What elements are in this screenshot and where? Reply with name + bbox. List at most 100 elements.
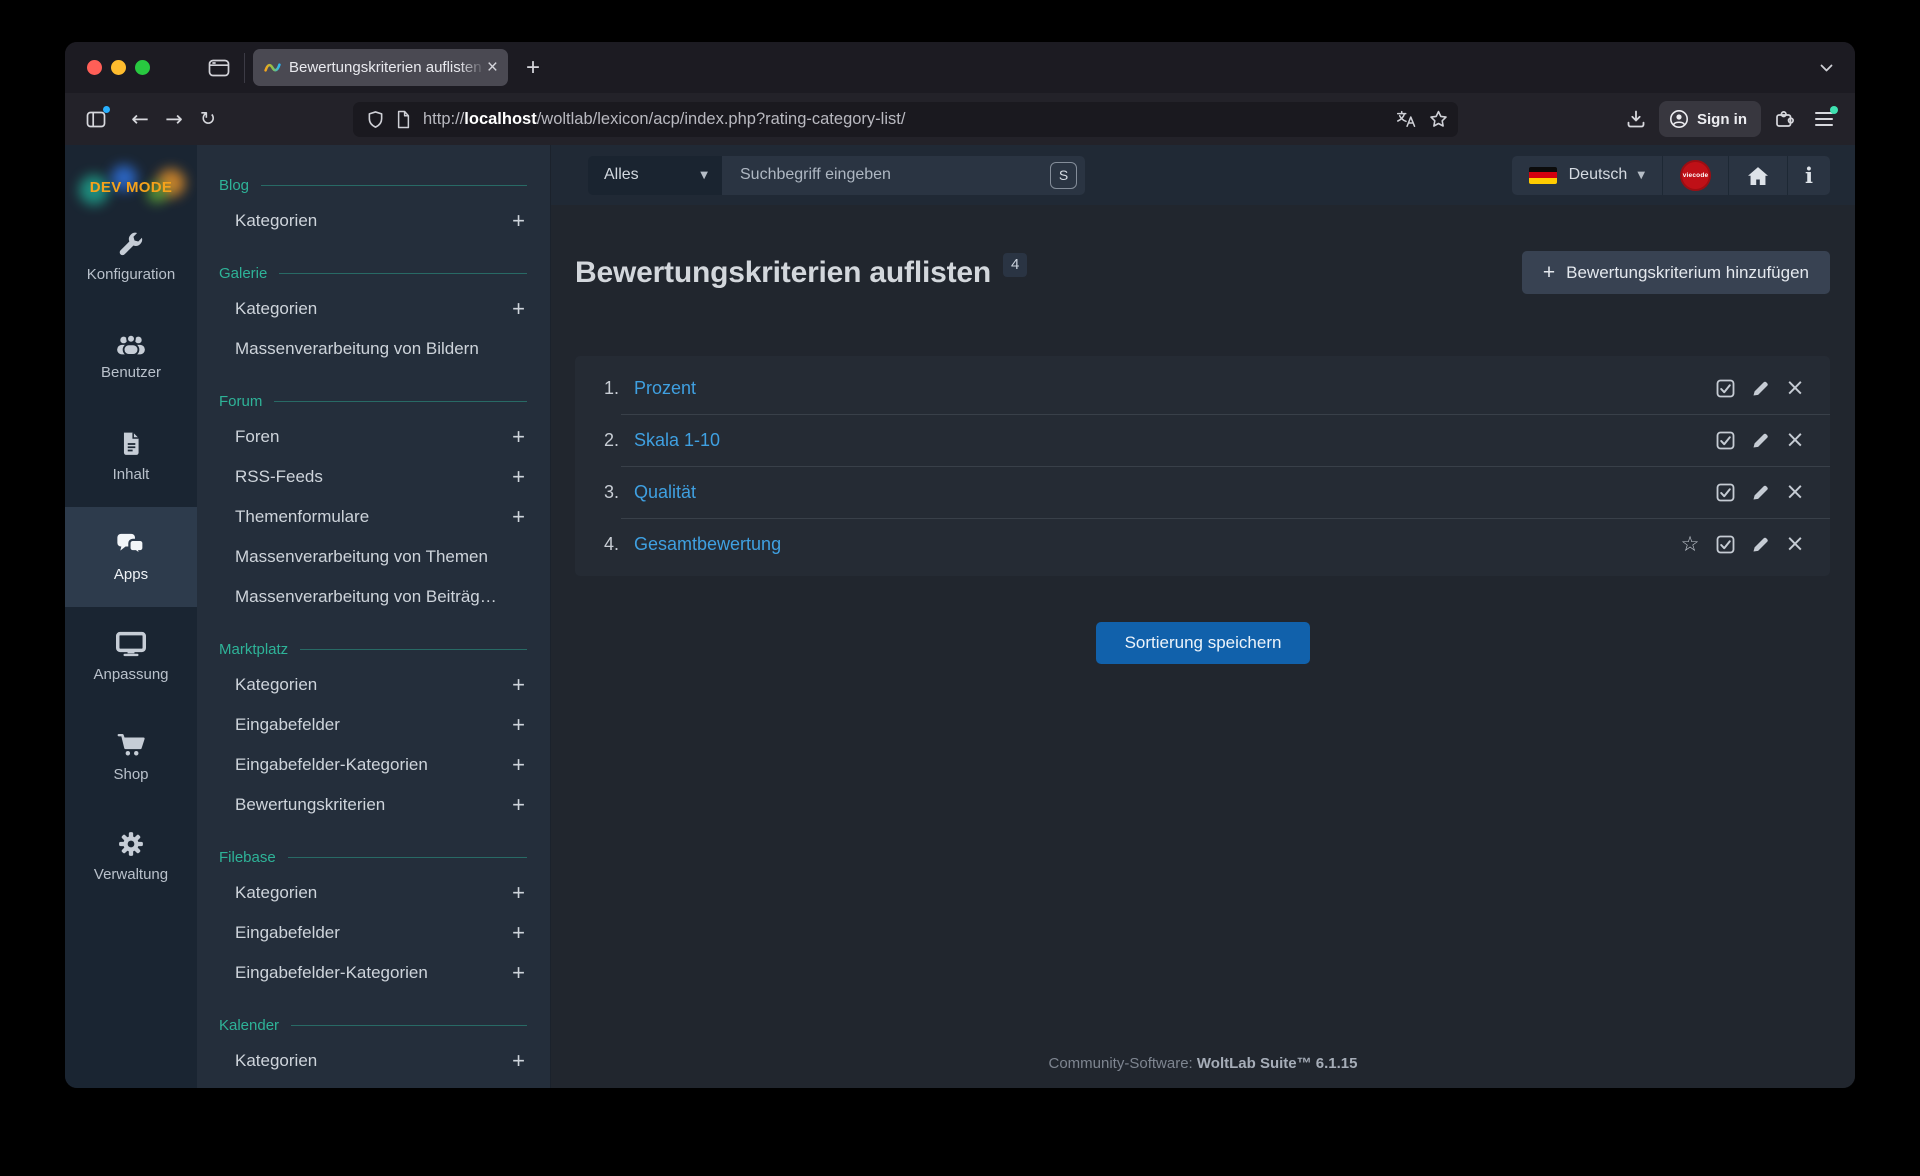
active-tab[interactable]: Bewertungskriterien auflisten - ×	[253, 49, 508, 86]
sign-in-label: Sign in	[1697, 111, 1747, 128]
viecode-link[interactable]: viecode	[1662, 156, 1728, 195]
sidebar-item-konfiguration[interactable]: Konfiguration	[65, 207, 197, 307]
star-icon[interactable]: ☆	[1679, 533, 1701, 555]
search-input[interactable]	[738, 165, 1042, 185]
page-header: Bewertungskriterien auflisten 4 + Bewert…	[575, 251, 1830, 294]
sidebar-item-anpassung[interactable]: Anpassung	[65, 607, 197, 707]
url-prefix: http://	[423, 110, 464, 128]
sidebar-item-apps[interactable]: Apps	[65, 507, 197, 607]
add-icon[interactable]: +	[512, 208, 525, 234]
close-window-button[interactable]	[87, 60, 102, 75]
menu-item[interactable]: Eingabefelder-Kategorien+	[197, 745, 551, 785]
enable-checkbox-icon[interactable]	[1714, 429, 1736, 451]
add-icon[interactable]: +	[512, 752, 525, 778]
sidebar-toggle-icon[interactable]	[79, 102, 113, 136]
add-icon[interactable]: +	[512, 712, 525, 738]
delete-x-icon[interactable]: ×	[1784, 533, 1806, 555]
chevron-down-icon: ▼	[1637, 170, 1645, 181]
firefox-view-icon[interactable]	[208, 58, 230, 78]
menu-item[interactable]: Kategorien+	[197, 665, 551, 705]
add-icon[interactable]: +	[512, 464, 525, 490]
menu-item[interactable]: Eingabefelder-Kategorien+	[197, 953, 551, 993]
search-field: S	[722, 156, 1085, 195]
menu-item[interactable]: Massenverarbeitung von Beiträg…	[197, 577, 551, 617]
menu-item[interactable]: Massenverarbeitung von Themen	[197, 537, 551, 577]
page-info-icon[interactable]	[396, 110, 411, 129]
menu-item[interactable]: Kategorien+	[197, 201, 551, 241]
sign-in-button[interactable]: Sign in	[1659, 101, 1761, 137]
home-link[interactable]	[1728, 156, 1787, 195]
enable-checkbox-icon[interactable]	[1714, 481, 1736, 503]
edit-pencil-icon[interactable]	[1749, 481, 1771, 503]
menu-item[interactable]: Eingabefelder+	[197, 705, 551, 745]
extensions-puzzle-icon[interactable]	[1767, 102, 1801, 136]
add-icon[interactable]: +	[512, 880, 525, 906]
menu-item[interactable]: Kategorien+	[197, 289, 551, 329]
shortcut-key-badge: S	[1050, 162, 1077, 189]
edit-pencil-icon[interactable]	[1749, 533, 1771, 555]
criterion-link[interactable]: Skala 1-10	[634, 430, 720, 451]
delete-x-icon[interactable]: ×	[1784, 429, 1806, 451]
sidebar-item-inhalt[interactable]: Inhalt	[65, 407, 197, 507]
acp-content: Alles ▼ S Deutsch ▼ viecode	[551, 145, 1855, 1088]
sidebar-item-verwaltung[interactable]: Verwaltung	[65, 807, 197, 907]
add-icon[interactable]: +	[512, 672, 525, 698]
language-select[interactable]: Deutsch ▼	[1512, 156, 1662, 195]
criterion-link[interactable]: Gesamtbewertung	[634, 534, 781, 555]
add-icon[interactable]: +	[512, 920, 525, 946]
list-all-tabs-icon[interactable]	[1820, 42, 1833, 93]
list-item: 1. Prozent ×	[575, 362, 1830, 414]
menu-item[interactable]: Themenformulare+	[197, 497, 551, 537]
forward-icon[interactable]: →	[157, 102, 191, 136]
translate-icon[interactable]	[1396, 110, 1417, 128]
list-item: 3. Qualität ×	[575, 466, 1830, 518]
search-scope-select[interactable]: Alles ▼	[588, 156, 722, 195]
url-bar[interactable]: http://localhost/woltlab/lexicon/acp/ind…	[353, 102, 1458, 137]
add-icon[interactable]: +	[512, 424, 525, 450]
menu-item[interactable]: Termin-Importe+	[197, 1081, 551, 1088]
add-rating-criterion-button[interactable]: + Bewertungskriterium hinzufügen	[1522, 251, 1830, 294]
save-sorting-button[interactable]: Sortierung speichern	[1096, 622, 1311, 664]
url-text[interactable]: http://localhost/woltlab/lexicon/acp/ind…	[423, 110, 1384, 129]
new-tab-button[interactable]: +	[526, 54, 540, 82]
info-link[interactable]: i	[1787, 156, 1830, 195]
download-icon[interactable]	[1619, 102, 1653, 136]
menu-item[interactable]: Kategorien+	[197, 873, 551, 913]
sidebar-item-shop[interactable]: Shop	[65, 707, 197, 807]
edit-pencil-icon[interactable]	[1749, 429, 1771, 451]
enable-checkbox-icon[interactable]	[1714, 377, 1736, 399]
zoom-window-button[interactable]	[135, 60, 150, 75]
menu-item[interactable]: Kategorien+	[197, 1041, 551, 1081]
sidebar-item-benutzer[interactable]: Benutzer	[65, 307, 197, 407]
criterion-link[interactable]: Qualität	[634, 482, 696, 503]
menu-item[interactable]: Bewertungskriterien+	[197, 785, 551, 825]
menu-hamburger-icon[interactable]	[1807, 102, 1841, 136]
menu-item[interactable]: Foren+	[197, 417, 551, 457]
update-notification-dot	[1830, 106, 1838, 114]
row-actions: ×	[1714, 377, 1806, 399]
delete-x-icon[interactable]: ×	[1784, 481, 1806, 503]
reload-icon[interactable]: ↻	[191, 102, 225, 136]
comments-icon	[115, 532, 147, 557]
add-icon[interactable]: +	[512, 504, 525, 530]
bookmark-star-icon[interactable]	[1429, 110, 1448, 128]
edit-pencil-icon[interactable]	[1749, 377, 1771, 399]
menu-item[interactable]: Massenverarbeitung von Bildern	[197, 329, 551, 369]
delete-x-icon[interactable]: ×	[1784, 377, 1806, 399]
section-title: Galerie	[219, 265, 267, 282]
add-icon[interactable]: +	[512, 960, 525, 986]
back-icon[interactable]: ←	[123, 102, 157, 136]
wrench-icon	[118, 231, 144, 257]
menu-section-galerie: Galerie Kategorien+ Massenverarbeitung v…	[197, 257, 551, 369]
acp-sub-menu: Blog Kategorien+ Galerie Kategorien+ Mas…	[197, 145, 551, 1088]
menu-item[interactable]: RSS-Feeds+	[197, 457, 551, 497]
tab-close-icon[interactable]: ×	[485, 58, 500, 77]
add-icon[interactable]: +	[512, 296, 525, 322]
criterion-link[interactable]: Prozent	[634, 378, 696, 399]
add-icon[interactable]: +	[512, 792, 525, 818]
add-icon[interactable]: +	[512, 1048, 525, 1074]
minimize-window-button[interactable]	[111, 60, 126, 75]
enable-checkbox-icon[interactable]	[1714, 533, 1736, 555]
shield-icon[interactable]	[367, 110, 384, 129]
menu-item[interactable]: Eingabefelder+	[197, 913, 551, 953]
